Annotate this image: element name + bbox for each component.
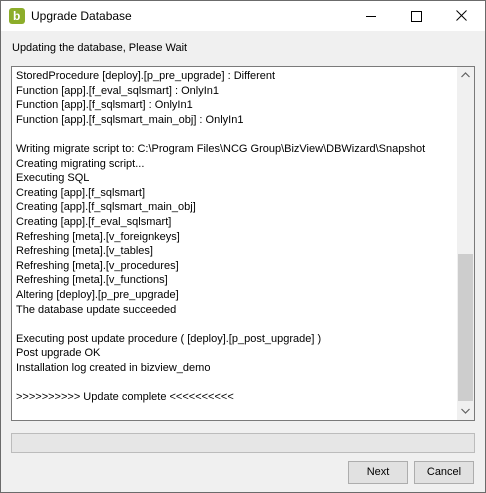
app-icon-letter: b (13, 9, 21, 23)
close-button[interactable] (439, 1, 484, 31)
close-icon (456, 10, 467, 21)
cancel-button[interactable]: Cancel (414, 461, 474, 484)
log-line: Creating migrating script... (16, 157, 145, 170)
log-textbox[interactable]: StoredProcedure [deploy].[p_pre_upgrade]… (11, 66, 475, 421)
log-line: Installation log created in bizview_demo (16, 361, 211, 374)
log-line: Post upgrade OK (16, 347, 101, 360)
log-line: Altering [deploy].[p_pre_upgrade] (16, 288, 179, 301)
log-line: StoredProcedure [deploy].[p_pre_upgrade]… (16, 70, 276, 82)
log-line: Creating [app].[f_eval_sqlsmart] (16, 215, 172, 228)
status-message: Updating the database, Please Wait (12, 42, 188, 54)
log-line: Executing SQL (16, 172, 90, 185)
log-line: Refreshing [meta].[v_procedures] (16, 259, 179, 272)
log-line: Refreshing [meta].[v_foreignkeys] (16, 230, 180, 243)
window-title: Upgrade Database (31, 9, 132, 23)
app-icon: b (9, 8, 25, 24)
log-line: Function [app].[f_sqlsmart] : OnlyIn1 (16, 99, 193, 112)
maximize-button[interactable] (394, 1, 439, 31)
log-line: Creating [app].[f_sqlsmart_main_obj] (16, 201, 196, 214)
next-button[interactable]: Next (348, 461, 408, 484)
log-line: >>>>>>>>>> Update complete <<<<<<<<<< (16, 391, 234, 404)
log-line: The database update succeeded (16, 303, 177, 316)
log-line: Executing post update procedure ( [deplo… (16, 332, 322, 345)
log-line: Refreshing [meta].[v_tables] (16, 245, 153, 258)
scroll-down-button[interactable] (457, 403, 474, 420)
log-line: Function [app].[f_sqlsmart_main_obj] : O… (16, 113, 244, 126)
chevron-down-icon (461, 408, 470, 414)
vertical-scrollbar[interactable] (457, 67, 474, 420)
log-line: Writing migrate script to: C:\Program Fi… (16, 142, 426, 155)
log-line: Function [app].[f_eval_sqlsmart] : OnlyI… (16, 84, 219, 97)
title-bar[interactable]: b Upgrade Database (1, 1, 485, 31)
progress-bar (11, 433, 475, 453)
log-line: Creating [app].[f_sqlsmart] (16, 186, 146, 199)
scroll-thumb[interactable] (458, 254, 473, 401)
log-line: Refreshing [meta].[v_functions] (16, 274, 168, 287)
scroll-up-button[interactable] (457, 67, 474, 84)
log-content: StoredProcedure [deploy].[p_pre_upgrade]… (16, 69, 456, 418)
minimize-button[interactable] (349, 1, 394, 31)
upgrade-database-window: b Upgrade Database Updating the database… (0, 0, 486, 493)
chevron-up-icon (461, 72, 470, 78)
